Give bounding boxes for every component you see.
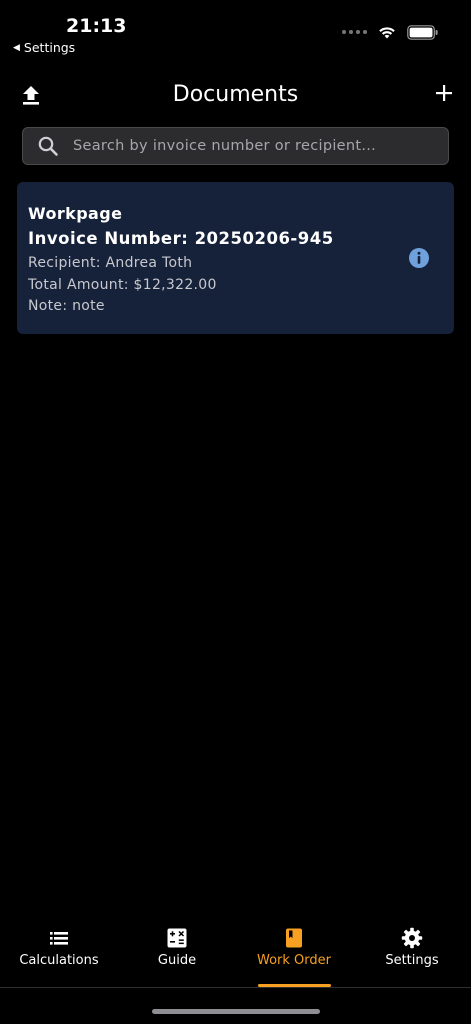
battery-icon	[407, 24, 438, 40]
document-title: Workpage	[28, 204, 123, 223]
back-triangle-icon: ◀	[13, 42, 20, 53]
document-note: Note: note	[28, 298, 105, 314]
cellular-signal-icon	[342, 30, 367, 34]
info-icon[interactable]	[408, 247, 430, 269]
tab-work-order-label: Work Order	[257, 953, 331, 968]
plus-icon	[436, 85, 452, 101]
add-document-button[interactable]	[431, 80, 457, 106]
document-recipient: Recipient: Andrea Toth	[28, 255, 193, 271]
tab-guide[interactable]: Guide	[118, 920, 236, 988]
tab-settings[interactable]: Settings	[353, 920, 471, 988]
document-card[interactable]: Workpage Invoice Number: 20250206-945 Re…	[17, 182, 454, 334]
search-input[interactable]	[73, 138, 448, 154]
wifi-icon	[379, 27, 395, 39]
gear-icon	[401, 927, 423, 949]
navigation-bar: Documents	[0, 72, 471, 118]
document-total-amount: Total Amount: $12,322.00	[28, 277, 217, 293]
home-indicator[interactable]	[152, 1009, 320, 1014]
back-label: Settings	[23, 40, 76, 55]
calculator-icon	[167, 928, 187, 948]
status-time: 21:13	[66, 15, 127, 37]
back-to-settings-link[interactable]: ◀ Settings	[13, 40, 75, 55]
search-bar	[22, 127, 449, 165]
document-invoice-number: Invoice Number: 20250206-945	[28, 229, 334, 248]
tab-calculations-label: Calculations	[19, 953, 99, 968]
page-title: Documents	[172, 82, 299, 107]
tab-work-order[interactable]: Work Order	[235, 920, 353, 988]
tab-guide-label: Guide	[157, 953, 197, 968]
search-icon	[38, 136, 58, 156]
tab-calculations[interactable]: Calculations	[0, 920, 118, 988]
active-tab-indicator	[258, 984, 331, 987]
tab-settings-label: Settings	[385, 953, 439, 968]
tab-bar: Calculations Guide Work Order Settings	[0, 920, 471, 988]
book-icon	[286, 928, 302, 948]
list-icon	[50, 932, 68, 945]
status-bar: 21:13 ◀ Settings	[0, 0, 471, 60]
status-indicators	[342, 24, 439, 40]
